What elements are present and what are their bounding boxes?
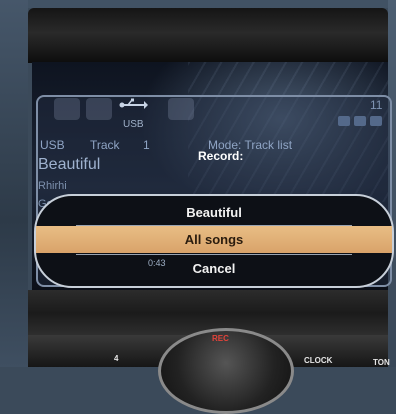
track-number: 1: [143, 138, 150, 152]
track-label: Track: [90, 138, 120, 152]
top-bezel: [28, 8, 388, 63]
source-label: USB: [40, 138, 65, 152]
usb-label: USB: [123, 119, 144, 130]
rec-button[interactable]: REC: [212, 334, 229, 343]
tile-icon-3[interactable]: [168, 98, 194, 120]
option-beautiful[interactable]: Beautiful: [36, 202, 392, 224]
record-menu: Beautiful All songs Cancel: [34, 194, 394, 288]
status-icon-2: [354, 116, 366, 126]
ton-button[interactable]: TON: [373, 358, 390, 367]
status-icon-3: [370, 116, 382, 126]
menu-divider-2: [76, 254, 352, 255]
usb-icon[interactable]: [118, 98, 148, 112]
top-frame: [28, 0, 388, 8]
option-all-songs[interactable]: All songs: [36, 226, 392, 253]
clock-button[interactable]: CLOCK: [304, 356, 332, 365]
playback-time: 0:43: [148, 258, 166, 268]
artist-name: Rhirhi: [38, 180, 67, 192]
record-dialog-title: Record:: [198, 149, 244, 163]
option-cancel[interactable]: Cancel: [36, 258, 392, 280]
left-frame: [0, 0, 28, 367]
preset-key-4[interactable]: 4: [114, 354, 118, 363]
tile-icon-1[interactable]: [54, 98, 80, 120]
song-title: Beautiful: [38, 156, 101, 173]
clock-display: 11: [370, 98, 383, 112]
tile-icon-2[interactable]: [86, 98, 112, 120]
status-icon-1: [338, 116, 350, 126]
